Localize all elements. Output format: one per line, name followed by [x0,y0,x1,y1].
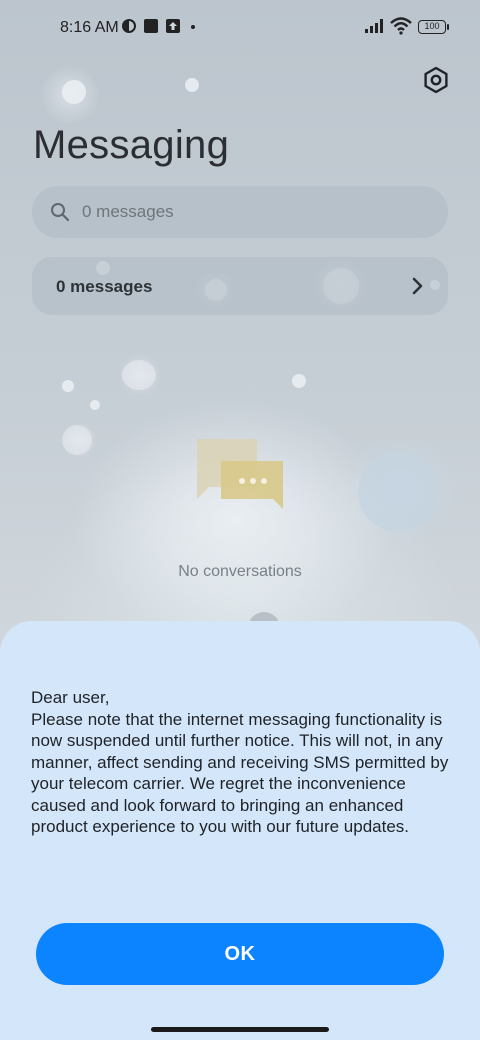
dot-icon [191,25,195,29]
snowflake [62,425,92,455]
messages-row-label: 0 messages [56,277,153,296]
snowball [358,452,438,532]
search-bar[interactable] [32,186,448,238]
snowflake [292,374,306,388]
battery-icon: 100 [418,20,446,34]
settings-button[interactable] [421,65,451,95]
battery-level: 100 [424,21,440,31]
chat-bubbles-icon [197,439,283,509]
chevron-right-icon [412,277,423,295]
search-icon [51,203,70,222]
messages-row[interactable]: 0 messages [32,257,448,315]
snowflake [185,78,199,92]
snowflake [122,360,156,390]
status-time: 8:16 AM [60,19,119,36]
dialog-message: Dear user, Please note that the internet… [31,688,449,836]
app-notification-icon [144,19,158,33]
upload-icon [166,19,180,33]
page-title: Messaging [33,123,230,167]
signal-icon [365,19,383,33]
home-indicator[interactable] [151,1027,329,1032]
ok-button[interactable]: OK [36,923,444,985]
empty-state-text: No conversations [178,563,302,580]
screen: 8:16 AM 100 Messaging 0 messages 0 messa… [0,0,480,1040]
settings-icon [424,66,448,94]
status-bar: 8:16 AM 100 [0,0,480,56]
wifi-icon [390,17,412,35]
search-input[interactable] [82,186,422,238]
snowflake [90,400,100,410]
snowflake [62,380,74,392]
snowflake [62,80,86,104]
vpn-icon [122,19,136,33]
notice-dialog: Dear user, Please note that the internet… [0,621,480,1040]
battery-tip [447,24,449,30]
